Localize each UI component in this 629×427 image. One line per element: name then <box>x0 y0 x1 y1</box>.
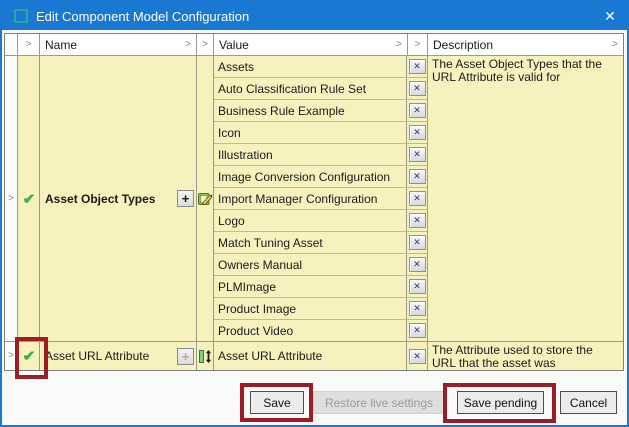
value-text[interactable]: Import Manager Configuration <box>214 188 407 209</box>
header-type-expand[interactable]: > <box>197 34 214 55</box>
row-status-cell: ✔ <box>18 342 40 370</box>
row-status-cell: ✔ <box>18 56 40 341</box>
row-name-label: Asset URL Attribute <box>40 349 177 363</box>
value-text[interactable]: PLMImage <box>214 276 407 297</box>
value-text[interactable]: Owners Manual <box>214 254 407 275</box>
row-description: The Attribute used to store the URL that… <box>428 342 623 370</box>
remove-value-button[interactable]: ✕ <box>409 125 426 140</box>
dialog-title: Edit Component Model Configuration <box>36 9 249 24</box>
value-row: Product Video ✕ <box>214 320 427 341</box>
remove-value-button[interactable]: ✕ <box>409 191 426 206</box>
table-row: > ✔ Asset URL Attribute + Asset URL Attr… <box>5 342 623 370</box>
value-row: Asset URL Attribute ✕ <box>214 342 427 370</box>
value-row: Owners Manual ✕ <box>214 254 427 276</box>
value-list: Assets ✕ Auto Classification Rule Set ✕ … <box>214 56 428 341</box>
header-description-label: Description <box>433 38 493 52</box>
chevron-expand-icon: > <box>8 194 14 204</box>
save-pending-button[interactable]: Save pending <box>457 391 544 414</box>
save-button[interactable]: Save <box>250 391 304 414</box>
close-button[interactable]: ✕ <box>593 2 627 30</box>
value-text[interactable]: Icon <box>214 122 407 143</box>
app-icon <box>14 9 28 23</box>
remove-value-button[interactable]: ✕ <box>409 279 426 294</box>
row-expander[interactable]: > <box>5 56 18 341</box>
value-row: Image Conversion Configuration ✕ <box>214 166 427 188</box>
row-description: The Asset Object Types that the URL Attr… <box>428 56 623 341</box>
header-description[interactable]: Description > <box>428 34 623 55</box>
attribute-updown-icon <box>198 349 213 364</box>
value-text[interactable]: Auto Classification Rule Set <box>214 78 407 99</box>
chevron-expand-icon: > <box>396 40 402 50</box>
chevron-expand-icon: > <box>8 351 14 361</box>
value-text[interactable]: Asset URL Attribute <box>214 342 407 370</box>
header-value[interactable]: Value > <box>214 34 408 55</box>
remove-value-button[interactable]: ✕ <box>409 301 426 316</box>
cancel-button[interactable]: Cancel <box>560 391 617 414</box>
value-text[interactable]: Product Video <box>214 320 407 341</box>
remove-value-button[interactable]: ✕ <box>409 103 426 118</box>
header-status-expand[interactable]: > <box>18 34 40 55</box>
header-remove-expand[interactable]: > <box>408 34 428 55</box>
value-row: Illustration ✕ <box>214 144 427 166</box>
valid-check-icon: ✔ <box>22 347 35 365</box>
chevron-expand-icon: > <box>415 40 421 50</box>
value-row: Product Image ✕ <box>214 298 427 320</box>
remove-value-button[interactable]: ✕ <box>409 323 426 338</box>
add-value-button[interactable]: + <box>177 190 194 207</box>
chevron-expand-icon: > <box>202 40 208 50</box>
value-row: Auto Classification Rule Set ✕ <box>214 78 427 100</box>
remove-value-button[interactable]: ✕ <box>409 257 426 272</box>
header-corner-cell <box>5 34 18 55</box>
remove-value-button[interactable]: ✕ <box>409 235 426 250</box>
edit-component-model-dialog: Edit Component Model Configuration ✕ > N… <box>0 0 629 427</box>
remove-value-button[interactable]: ✕ <box>409 349 426 364</box>
table-header-row: > Name > > Value > > Description > <box>5 34 623 56</box>
value-text[interactable]: Business Rule Example <box>214 100 407 121</box>
value-text[interactable]: Image Conversion Configuration <box>214 166 407 187</box>
value-row: PLMImage ✕ <box>214 276 427 298</box>
value-list: Asset URL Attribute ✕ <box>214 342 428 370</box>
remove-value-button[interactable]: ✕ <box>409 81 426 96</box>
value-row: Icon ✕ <box>214 122 427 144</box>
row-name-label: Asset Object Types <box>40 192 177 206</box>
header-value-label: Value <box>219 38 249 52</box>
header-name-label: Name <box>45 38 77 52</box>
table-body: > ✔ Asset Object Types + Assets ✕ Auto C… <box>5 56 623 370</box>
remove-value-button[interactable]: ✕ <box>409 213 426 228</box>
value-row: Business Rule Example ✕ <box>214 100 427 122</box>
row-type-cell <box>197 342 214 370</box>
edit-list-icon <box>198 191 213 206</box>
title-bar: Edit Component Model Configuration ✕ <box>2 2 627 30</box>
restore-live-settings-button: Restore live settings <box>313 391 445 414</box>
row-expander[interactable]: > <box>5 342 18 370</box>
value-text[interactable]: Assets <box>214 56 407 77</box>
value-text[interactable]: Product Image <box>214 298 407 319</box>
value-row: Logo ✕ <box>214 210 427 232</box>
value-row: Match Tuning Asset ✕ <box>214 232 427 254</box>
value-text[interactable]: Logo <box>214 210 407 231</box>
value-text[interactable]: Match Tuning Asset <box>214 232 407 253</box>
chevron-expand-icon: > <box>612 40 618 50</box>
chevron-expand-icon: > <box>26 40 32 50</box>
chevron-expand-icon: > <box>185 40 191 50</box>
valid-check-icon: ✔ <box>22 190 35 208</box>
value-row: Assets ✕ <box>214 56 427 78</box>
row-type-cell <box>197 56 214 341</box>
value-row: Import Manager Configuration ✕ <box>214 188 427 210</box>
table-row: > ✔ Asset Object Types + Assets ✕ Auto C… <box>5 56 623 342</box>
config-table: > Name > > Value > > Description > > ✔ A… <box>4 33 624 371</box>
row-name-cell[interactable]: Asset Object Types + <box>40 56 197 341</box>
row-name-cell[interactable]: Asset URL Attribute + <box>40 342 197 370</box>
remove-value-button[interactable]: ✕ <box>409 59 426 74</box>
remove-value-button[interactable]: ✕ <box>409 169 426 184</box>
value-text[interactable]: Illustration <box>214 144 407 165</box>
header-name[interactable]: Name > <box>40 34 197 55</box>
add-value-button[interactable]: + <box>177 348 194 365</box>
remove-value-button[interactable]: ✕ <box>409 147 426 162</box>
